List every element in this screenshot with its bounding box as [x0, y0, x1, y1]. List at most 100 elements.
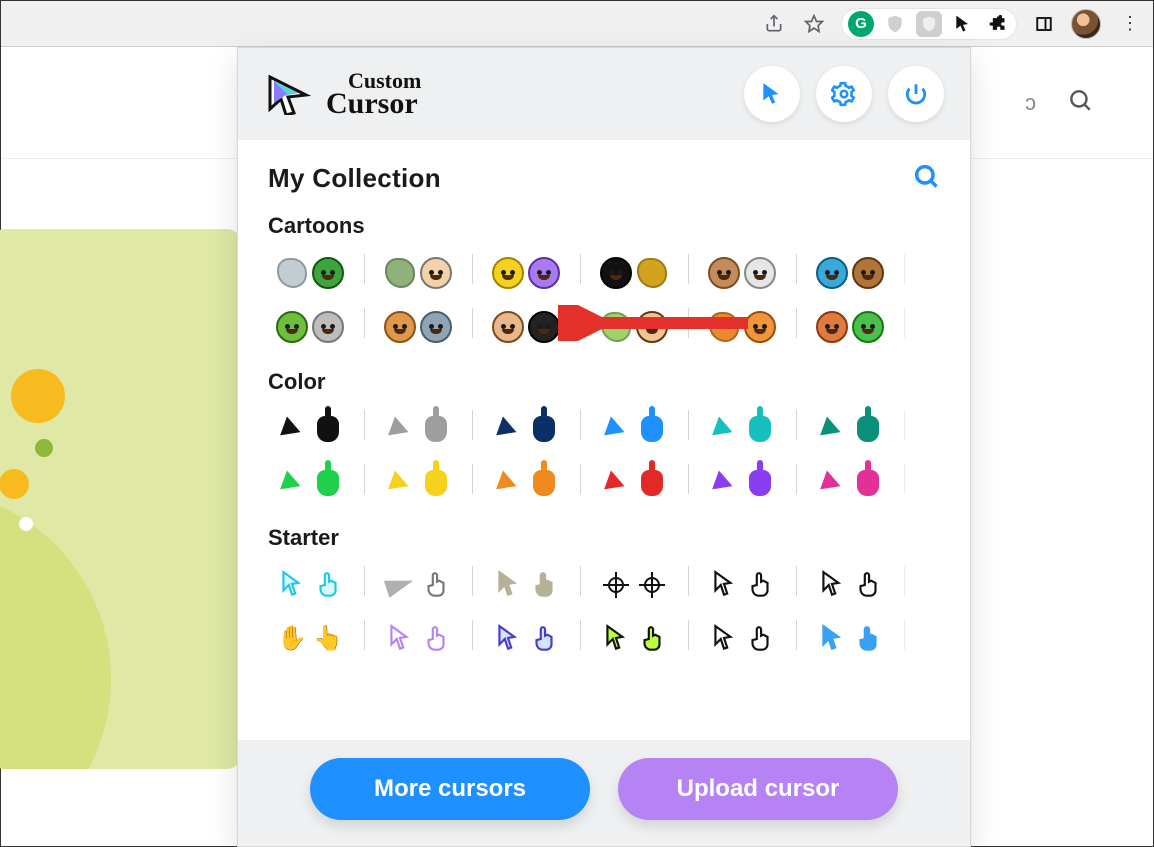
divider	[676, 405, 700, 445]
cursor-item-popeye[interactable]	[376, 249, 460, 297]
cursor-item-red[interactable]	[592, 459, 676, 507]
sidepanel-icon[interactable]	[1031, 11, 1057, 37]
cursor-pointer-icon	[599, 568, 633, 602]
divider	[892, 459, 916, 499]
cursor-hand-icon	[851, 310, 885, 344]
cursor-item-felix[interactable]	[592, 249, 676, 297]
cursor-hand-icon	[311, 568, 345, 602]
cursor-hand-icon	[635, 466, 669, 500]
cursor-item-garfield[interactable]	[700, 303, 784, 351]
cursor-pointer-icon	[815, 310, 849, 344]
cursor-item-stone[interactable]	[484, 561, 568, 609]
header-settings-button[interactable]	[816, 66, 872, 122]
ext-puzzle-icon[interactable]	[984, 11, 1010, 37]
cursor-hand-icon	[419, 256, 453, 290]
cursor-item-ben10[interactable]	[592, 303, 676, 351]
cursor-item-holo[interactable]	[484, 615, 568, 663]
profile-avatar[interactable]	[1071, 9, 1101, 39]
cursor-item-neon[interactable]	[592, 615, 676, 663]
cursor-item-rainbow[interactable]	[376, 615, 460, 663]
page-search-icon[interactable]	[1067, 87, 1093, 118]
cursor-item-yellow[interactable]	[376, 459, 460, 507]
cursor-item-tomjerry[interactable]	[376, 303, 460, 351]
cursor-item-paperplane[interactable]	[376, 561, 460, 609]
cursor-item-crosshair[interactable]	[592, 561, 676, 609]
cursor-hand-icon	[743, 310, 777, 344]
divider	[784, 249, 808, 289]
cursor-item-httyd[interactable]	[484, 303, 568, 351]
cursor-hand-icon	[743, 568, 777, 602]
upload-cursor-label: Upload cursor	[677, 775, 840, 803]
popup-body[interactable]: My Collection CartoonsColorStarter✋👆	[238, 140, 970, 740]
popup-logo: Custom Cursor	[264, 71, 421, 118]
cursor-item-green[interactable]	[268, 459, 352, 507]
cursor-hand-icon	[419, 568, 453, 602]
cursor-hand-icon	[635, 568, 669, 602]
ext-shield-icon[interactable]	[882, 11, 908, 37]
cursor-item-yinyang[interactable]	[700, 615, 784, 663]
cursor-item-gray[interactable]	[376, 405, 460, 453]
cursor-hand-icon	[311, 256, 345, 290]
cursor-pointer-icon	[815, 568, 849, 602]
cursor-pointer-icon	[383, 310, 417, 344]
extension-popup: Custom Cursor My Collection CartoonsColo…	[237, 47, 971, 847]
collection-search-icon[interactable]	[912, 162, 940, 195]
cursor-hand-icon	[527, 412, 561, 446]
toolbar-icons: G ⋮	[761, 8, 1145, 40]
cursor-item-pixel[interactable]	[808, 561, 892, 609]
cursor-item-grinch[interactable]	[808, 303, 892, 351]
cursor-item-regular[interactable]	[808, 249, 892, 297]
ext-grammarly-icon[interactable]: G	[848, 11, 874, 37]
cursor-pointer-icon	[383, 568, 417, 602]
cursor-item-tmnt[interactable]	[268, 249, 352, 297]
divider	[892, 249, 916, 289]
cursor-item-bears[interactable]	[700, 249, 784, 297]
cursor-item-teal[interactable]	[700, 405, 784, 453]
cursor-item-minions[interactable]	[484, 249, 568, 297]
cursor-hand-icon	[311, 310, 345, 344]
cursor-hand-icon	[851, 466, 885, 500]
logo-text: Custom Cursor	[326, 71, 421, 118]
cursor-item-blue[interactable]	[592, 405, 676, 453]
kebab-menu-icon[interactable]: ⋮	[1115, 13, 1145, 34]
header-power-button[interactable]	[888, 66, 944, 122]
popup-header-actions	[744, 66, 944, 122]
more-cursors-button[interactable]: More cursors	[310, 758, 590, 820]
cursor-pointer-icon	[491, 466, 525, 500]
cursor-item-pixelblue[interactable]	[808, 615, 892, 663]
cursor-item-orange[interactable]	[484, 459, 568, 507]
ext-custom-cursor-icon[interactable]	[950, 11, 976, 37]
divider	[892, 405, 916, 445]
divider	[460, 405, 484, 445]
cursor-row	[268, 249, 940, 297]
popup-header: Custom Cursor	[238, 48, 970, 140]
cursor-pointer-icon: ✋	[275, 622, 309, 656]
cursor-item-purple[interactable]	[700, 459, 784, 507]
cursor-item-navy[interactable]	[484, 405, 568, 453]
bookmark-star-icon[interactable]	[801, 11, 827, 37]
cursor-hand-icon	[743, 622, 777, 656]
cursor-item-emoji[interactable]: ✋👆	[268, 615, 352, 663]
cursor-hand-icon	[419, 466, 453, 500]
ext-save-icon[interactable]	[916, 11, 942, 37]
cursor-item-black[interactable]	[268, 405, 352, 453]
share-icon[interactable]	[761, 11, 787, 37]
cursor-hand-icon	[527, 622, 561, 656]
header-cursor-button[interactable]	[744, 66, 800, 122]
divider	[784, 459, 808, 499]
cursor-pointer-icon	[383, 622, 417, 656]
cursor-item-pink[interactable]	[808, 459, 892, 507]
cursor-hand-icon	[851, 622, 885, 656]
cursor-item-outline-black[interactable]	[700, 561, 784, 609]
cursor-hand-icon	[743, 466, 777, 500]
cursor-hand-icon	[635, 622, 669, 656]
upload-cursor-button[interactable]: Upload cursor	[618, 758, 898, 820]
cursor-pointer-icon	[707, 466, 741, 500]
cursor-item-shrek[interactable]	[268, 303, 352, 351]
cursor-item-aqua[interactable]	[268, 561, 352, 609]
cursor-row	[268, 459, 940, 507]
cursor-hand-icon	[419, 310, 453, 344]
divider	[784, 303, 808, 343]
cursor-pointer-icon	[815, 256, 849, 290]
cursor-item-darkteal[interactable]	[808, 405, 892, 453]
